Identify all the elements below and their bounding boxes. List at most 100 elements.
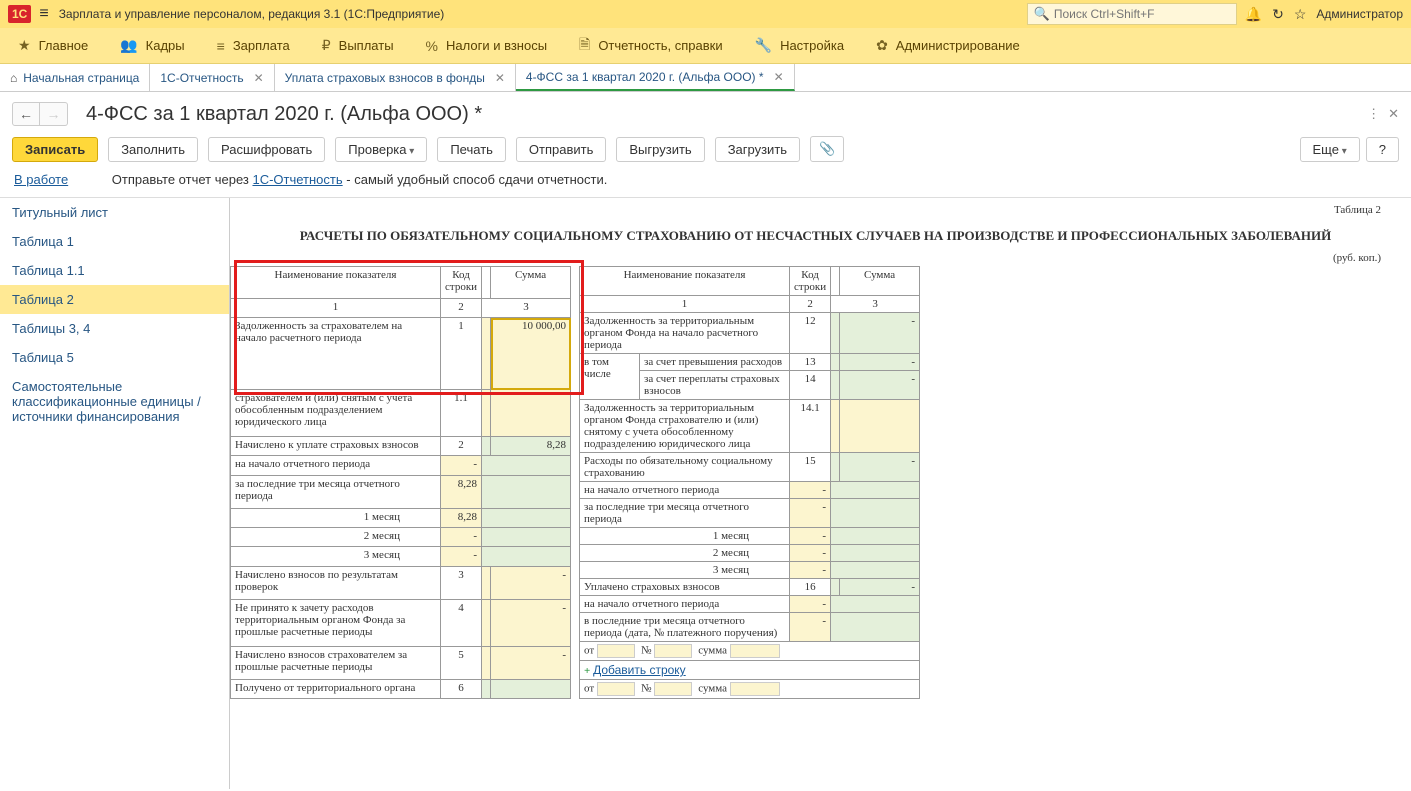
sub-cell[interactable]: - bbox=[441, 527, 482, 546]
row-split: за счет переплаты страховых взносов bbox=[640, 371, 790, 400]
tab[interactable]: 4-ФСС за 1 квартал 2020 г. (Альфа ООО) *… bbox=[516, 64, 795, 91]
sidebar-item[interactable]: Таблица 1 bbox=[0, 227, 229, 256]
menu-item-Настройка[interactable]: 🔧Настройка bbox=[741, 28, 858, 63]
help-button[interactable]: ? bbox=[1366, 137, 1399, 162]
sum-cell[interactable]: - bbox=[840, 313, 920, 354]
import-button[interactable]: Загрузить bbox=[715, 137, 800, 162]
sub-cell[interactable]: - bbox=[441, 547, 482, 566]
main-menu-icon[interactable]: ≡ bbox=[39, 5, 48, 23]
status-inwork-link[interactable]: В работе bbox=[14, 172, 68, 187]
row-name: Не принято к зачету расходов территориал… bbox=[231, 599, 441, 646]
table-number-label: Таблица 2 bbox=[230, 204, 1401, 216]
history-icon[interactable]: ↻ bbox=[1272, 6, 1284, 23]
decrypt-button[interactable]: Расшифровать bbox=[208, 137, 325, 162]
sum-cell[interactable]: - bbox=[840, 371, 920, 400]
sidebar-item[interactable]: Таблица 5 bbox=[0, 343, 229, 372]
sum-cell[interactable]: 8,28 bbox=[491, 436, 571, 455]
sidebar-item[interactable]: Таблица 1.1 bbox=[0, 256, 229, 285]
sidebar-item[interactable]: Таблица 2 bbox=[0, 285, 229, 314]
sub-cell[interactable]: - bbox=[790, 596, 831, 613]
close-icon[interactable]: ✕ bbox=[495, 71, 505, 85]
row-name: Получено от территориального органа bbox=[231, 679, 441, 698]
sum-cell[interactable]: - bbox=[840, 354, 920, 371]
row-code: 16 bbox=[790, 579, 831, 596]
sum-cell[interactable]: - bbox=[840, 579, 920, 596]
nav-forward-button[interactable]: → bbox=[40, 102, 68, 126]
add-row-link[interactable]: Добавить строку bbox=[593, 663, 686, 677]
menu-label: Налоги и взносы bbox=[446, 38, 547, 53]
date-field[interactable] bbox=[597, 682, 635, 696]
num-field[interactable] bbox=[654, 644, 692, 658]
left-table: Наименование показателя Код строки Сумма… bbox=[230, 266, 571, 699]
close-document-icon[interactable]: ✕ bbox=[1388, 106, 1399, 122]
attach-button[interactable]: 📎 bbox=[810, 136, 844, 162]
search-box[interactable]: 🔍 bbox=[1027, 3, 1237, 25]
tab[interactable]: Уплата страховых взносов в фонды✕ bbox=[275, 64, 516, 91]
paysum-field[interactable] bbox=[730, 644, 780, 658]
row-name: Уплачено страховых взносов bbox=[580, 579, 790, 596]
sidebar-item[interactable]: Таблицы 3, 4 bbox=[0, 314, 229, 343]
sub-cell[interactable]: 8,28 bbox=[441, 475, 482, 508]
fill-button[interactable]: Заполнить bbox=[108, 137, 198, 162]
date-field[interactable] bbox=[597, 644, 635, 658]
menu-icon: 👥 bbox=[120, 37, 137, 54]
sub-cell[interactable]: - bbox=[790, 545, 831, 562]
row-name: 1 месяц bbox=[231, 508, 441, 527]
sum-cell[interactable]: - bbox=[491, 599, 571, 646]
close-icon[interactable]: ✕ bbox=[774, 70, 784, 84]
menu-item-Кадры[interactable]: 👥Кадры bbox=[106, 28, 198, 63]
tab[interactable]: 1С-Отчетность✕ bbox=[150, 64, 274, 91]
sum-cell[interactable]: - bbox=[491, 646, 571, 679]
sub-cell[interactable]: - bbox=[790, 499, 831, 528]
sum-cell[interactable]: - bbox=[491, 566, 571, 599]
sidebar-item[interactable]: Титульный лист bbox=[0, 198, 229, 227]
row-name: Задолженность за территориальным органом… bbox=[580, 400, 790, 453]
sub-cell[interactable]: 8,28 bbox=[441, 508, 482, 527]
row-name: 2 месяц bbox=[580, 545, 790, 562]
print-button[interactable]: Печать bbox=[437, 137, 506, 162]
search-input[interactable] bbox=[1054, 7, 1230, 21]
plus-icon[interactable]: + bbox=[584, 665, 590, 677]
sub-cell[interactable]: - bbox=[790, 562, 831, 579]
nav-back-button[interactable]: ← bbox=[12, 102, 40, 126]
row-code: 3 bbox=[441, 566, 482, 599]
sum-cell[interactable] bbox=[840, 400, 920, 453]
star-icon[interactable]: ☆ bbox=[1294, 6, 1307, 23]
num-field[interactable] bbox=[654, 682, 692, 696]
app-logo: 1C bbox=[8, 5, 31, 23]
close-icon[interactable]: ✕ bbox=[254, 71, 264, 85]
export-button[interactable]: Выгрузить bbox=[616, 137, 704, 162]
check-button[interactable]: Проверка bbox=[335, 137, 427, 162]
menu-icon: 🗎 bbox=[579, 34, 590, 58]
form-heading: РАСЧЕТЫ ПО ОБЯЗАТЕЛЬНОМУ СОЦИАЛЬНОМУ СТР… bbox=[270, 228, 1361, 244]
more-button[interactable]: Еще bbox=[1300, 137, 1360, 162]
paysum-field[interactable] bbox=[730, 682, 780, 696]
menu-item-Главное[interactable]: ★Главное bbox=[4, 28, 102, 63]
sum-cell[interactable]: 10 000,00 bbox=[491, 318, 571, 390]
row-name: на начало отчетного периода bbox=[231, 456, 441, 475]
user-label[interactable]: Администратор bbox=[1316, 7, 1403, 21]
menu-item-Администрирование[interactable]: ✿Администрирование bbox=[862, 28, 1034, 63]
sub-cell[interactable]: - bbox=[441, 456, 482, 475]
row-name: Задолженность за территориальным органом… bbox=[580, 313, 790, 354]
menu-item-Зарплата[interactable]: ≡Зарплата bbox=[203, 28, 304, 63]
sub-cell[interactable]: - bbox=[790, 528, 831, 545]
more-dots-icon[interactable]: ⋮ bbox=[1367, 106, 1380, 122]
row-code: 15 bbox=[790, 453, 831, 482]
sum-cell[interactable] bbox=[491, 679, 571, 698]
status-hint-link[interactable]: 1С-Отчетность bbox=[252, 172, 342, 187]
sub-cell[interactable]: - bbox=[790, 613, 831, 642]
row-name: Начислено взносов страхователем за прошл… bbox=[231, 646, 441, 679]
sidebar-item[interactable]: Самостоятельные классификационные единиц… bbox=[0, 372, 229, 431]
save-button[interactable]: Записать bbox=[12, 137, 98, 162]
send-button[interactable]: Отправить bbox=[516, 137, 606, 162]
bell-icon[interactable]: 🔔 bbox=[1245, 6, 1262, 23]
menu-item-Отчетность, справки[interactable]: 🗎Отчетность, справки bbox=[565, 28, 737, 63]
sum-cell[interactable] bbox=[491, 390, 571, 437]
tab[interactable]: Начальная страница bbox=[0, 64, 150, 91]
sum-cell[interactable]: - bbox=[840, 453, 920, 482]
row-name: 1 месяц bbox=[580, 528, 790, 545]
menu-item-Налоги и взносы[interactable]: %Налоги и взносы bbox=[412, 28, 562, 63]
sub-cell[interactable]: - bbox=[790, 482, 831, 499]
menu-item-Выплаты[interactable]: ₽Выплаты bbox=[308, 28, 408, 63]
